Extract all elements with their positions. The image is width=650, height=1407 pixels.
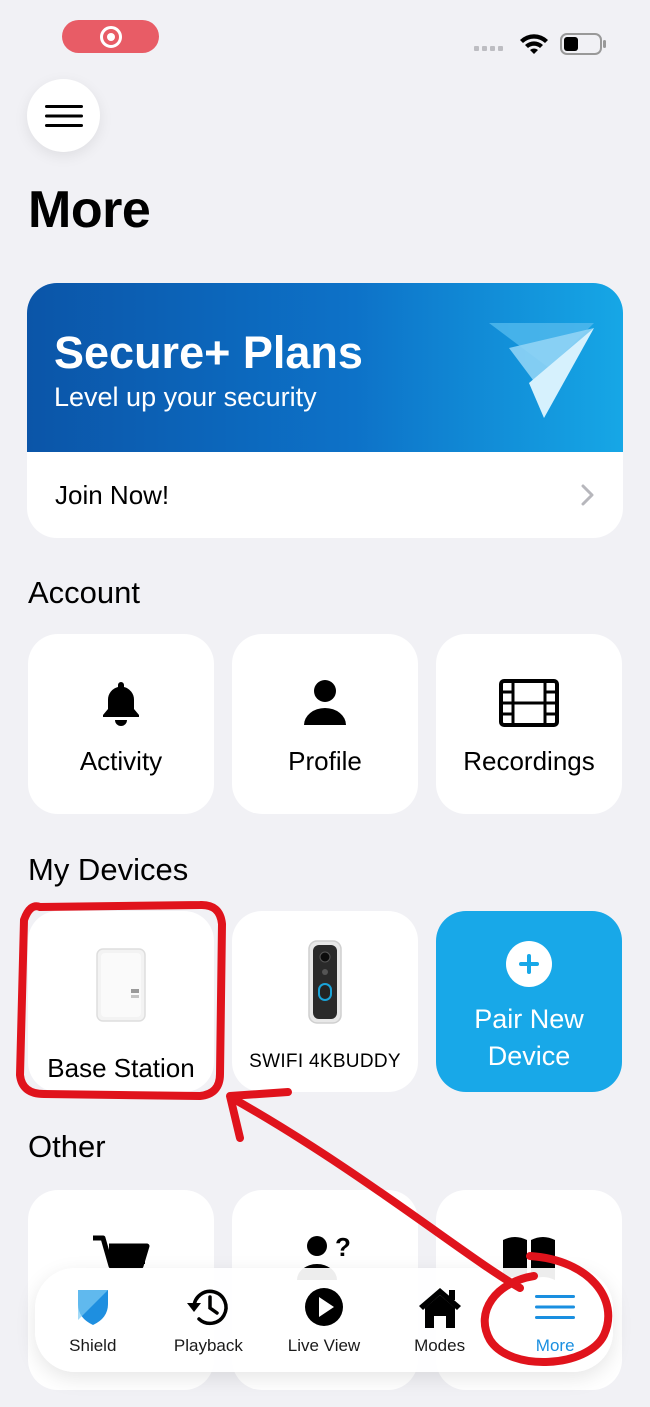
base-station-tile[interactable]: Base Station <box>28 911 214 1092</box>
battery-icon <box>560 33 606 55</box>
tab-modes[interactable]: Modes <box>382 1268 498 1372</box>
home-icon <box>418 1288 461 1328</box>
base-station-label: Base Station <box>47 1053 195 1083</box>
wifi-icon <box>520 34 548 54</box>
pair-new-device-tile[interactable]: Pair New Device <box>436 911 622 1092</box>
secure-plans-card[interactable]: Secure+ Plans Level up your security Joi… <box>27 283 623 538</box>
tab-live-view-label: Live View <box>287 1336 361 1355</box>
screen-recording-indicator[interactable] <box>62 20 159 53</box>
chevron-right-icon <box>581 484 594 506</box>
base-station-image <box>96 948 146 1022</box>
secure-plans-logo-icon <box>489 323 594 418</box>
cellular-signal-icon <box>474 46 503 51</box>
join-now-label: Join Now! <box>55 479 170 510</box>
doorbell-device-label: SWIFI 4KBUDDY <box>249 1051 401 1072</box>
tab-more[interactable]: More <box>497 1268 613 1372</box>
menu-button[interactable] <box>27 79 100 152</box>
plans-subtitle: Level up your security <box>54 382 317 412</box>
tab-more-label: More <box>535 1336 575 1355</box>
tab-shield-label: Shield <box>69 1336 117 1355</box>
tab-shield[interactable]: Shield <box>35 1268 151 1372</box>
svg-text:?: ? <box>335 1234 351 1262</box>
hamburger-icon <box>44 104 83 127</box>
profile-tile[interactable]: Profile <box>232 634 418 814</box>
doorbell-device-tile[interactable]: SWIFI 4KBUDDY <box>232 911 418 1092</box>
record-icon <box>99 25 122 48</box>
plans-banner[interactable]: Secure+ Plans Level up your security <box>27 283 623 452</box>
pair-new-device-line2: Device <box>487 1041 571 1071</box>
person-icon <box>304 680 346 725</box>
doorbell-image <box>308 940 342 1024</box>
film-icon <box>499 679 559 727</box>
recordings-tile[interactable]: Recordings <box>436 634 622 814</box>
tab-live-view[interactable]: Live View <box>266 1268 382 1372</box>
bell-icon <box>103 682 139 726</box>
pair-new-device-line1: Pair New <box>474 1004 584 1034</box>
tab-modes-label: Modes <box>414 1336 466 1355</box>
status-bar <box>0 0 650 80</box>
join-now-row[interactable]: Join Now! <box>27 452 623 538</box>
account-section-title: Account <box>28 575 141 610</box>
annotation-arrowhead <box>226 1088 292 1142</box>
play-circle-icon <box>304 1288 343 1326</box>
activity-tile[interactable]: Activity <box>28 634 214 814</box>
tab-playback[interactable]: Playback <box>151 1268 267 1372</box>
tab-playback-label: Playback <box>173 1336 243 1355</box>
bottom-tab-bar: Shield Playback Live View Modes More <box>35 1268 613 1372</box>
page-title: More <box>28 181 151 239</box>
shield-icon <box>77 1290 108 1325</box>
history-icon <box>187 1289 229 1326</box>
other-section-title: Other <box>28 1129 106 1164</box>
activity-label: Activity <box>79 746 163 776</box>
plus-icon <box>506 941 552 987</box>
devices-section-title: My Devices <box>28 852 189 887</box>
lines-icon <box>535 1295 576 1319</box>
profile-label: Profile <box>288 746 362 776</box>
recordings-label: Recordings <box>463 746 595 776</box>
plans-title: Secure+ Plans <box>54 327 363 378</box>
